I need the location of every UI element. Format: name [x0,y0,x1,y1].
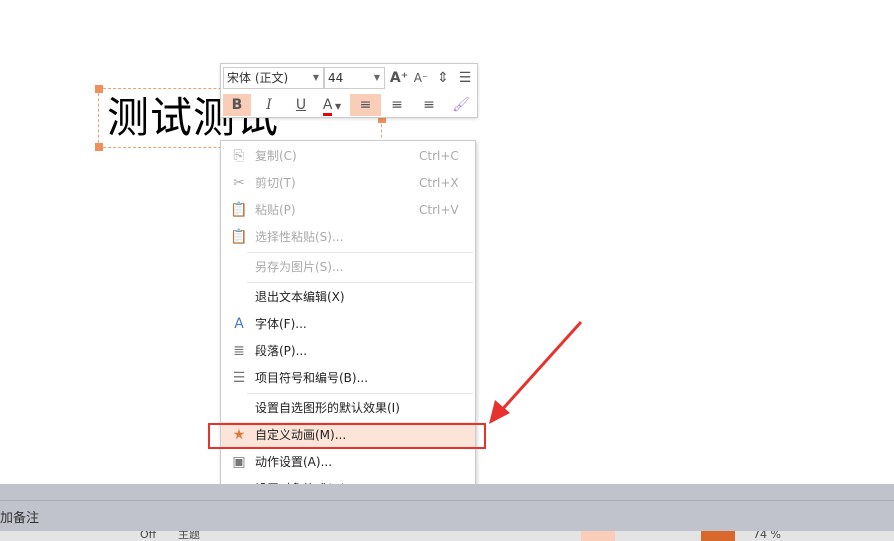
status-bar: Off 主题 74 % [0,531,894,541]
annotation-arrow [489,320,583,424]
notes-placeholder[interactable]: 加备注 [0,507,39,526]
divider [0,500,894,501]
zoom-level[interactable]: 74 % [753,531,781,541]
play-slideshow-button[interactable] [701,531,735,541]
normal-view-button[interactable] [581,531,615,541]
notes-pane[interactable] [0,484,894,531]
